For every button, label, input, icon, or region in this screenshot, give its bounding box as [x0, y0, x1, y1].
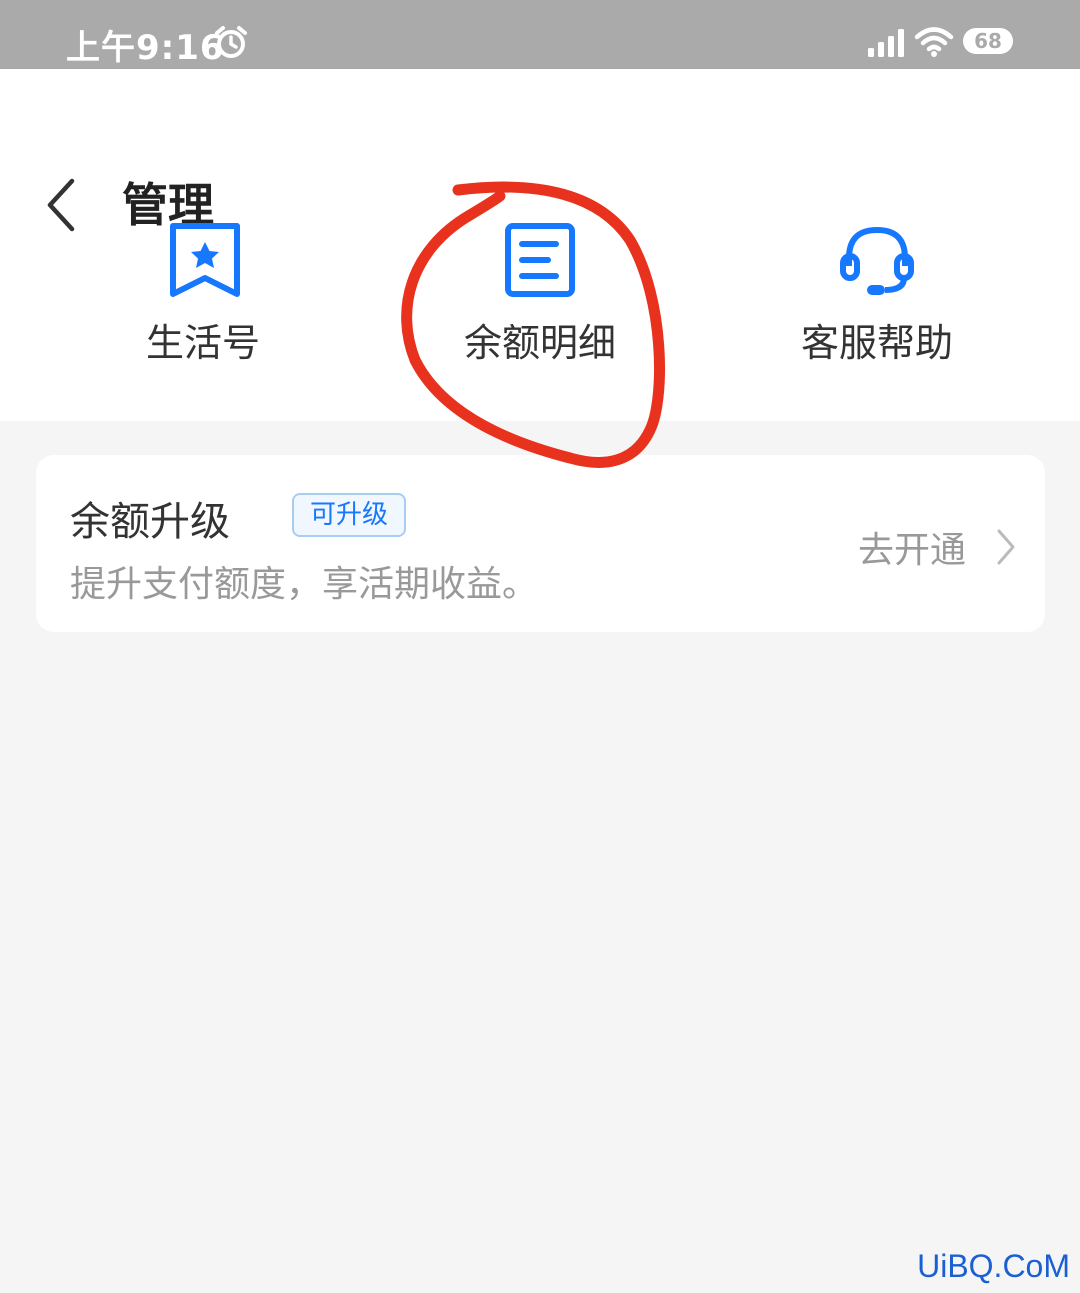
shortcut-balance-details[interactable]: 余额明细	[420, 220, 660, 370]
wifi-icon	[914, 27, 954, 57]
shortcut-life-account[interactable]: 生活号	[83, 220, 323, 370]
life-account-icon	[170, 223, 240, 297]
battery-icon: 68	[962, 27, 1014, 55]
alarm-icon	[215, 26, 247, 58]
chevron-right-icon	[997, 529, 1015, 565]
card-subtitle: 提升支付额度，享活期收益。	[70, 564, 539, 605]
status-bar: 上午9:16 68	[0, 0, 1080, 69]
status-time: 上午9:16	[66, 28, 225, 68]
back-icon[interactable]	[38, 175, 88, 235]
shortcut-customer-service[interactable]: 客服帮助	[757, 220, 997, 370]
watermark: UiBQ.CoM	[917, 1248, 1070, 1284]
balance-details-icon	[505, 223, 575, 297]
battery-level: 68	[974, 29, 1002, 53]
shortcut-label: 客服帮助	[800, 321, 953, 365]
activate-link[interactable]: 去开通	[858, 521, 966, 573]
customer-service-icon	[840, 226, 914, 295]
shortcut-label: 生活号	[145, 321, 260, 365]
card-title: 余额升级	[70, 499, 230, 545]
upgrade-badge: 可升级	[292, 493, 407, 537]
shortcut-label: 余额明细	[463, 321, 616, 365]
balance-upgrade-card[interactable]: 余额升级 可升级 提升支付额度，享活期收益。 去开通	[36, 455, 1045, 632]
signal-icon	[868, 29, 904, 57]
